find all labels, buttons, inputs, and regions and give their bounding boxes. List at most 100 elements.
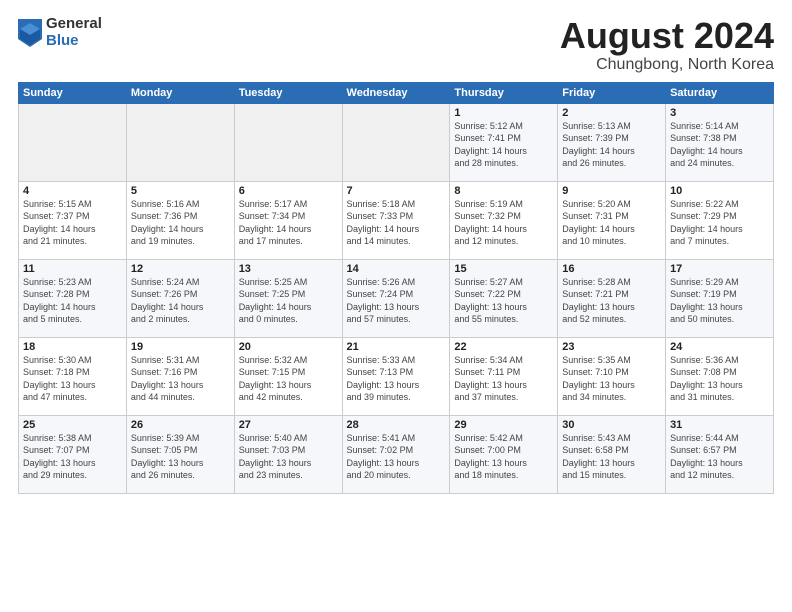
day-info: Sunrise: 5:32 AM Sunset: 7:15 PM Dayligh… — [239, 354, 338, 404]
day-info: Sunrise: 5:43 AM Sunset: 6:58 PM Dayligh… — [562, 432, 661, 482]
day-cell — [342, 103, 450, 181]
day-number: 18 — [23, 341, 122, 353]
day-number: 2 — [562, 107, 661, 119]
day-number: 28 — [347, 419, 446, 431]
day-cell: 30Sunrise: 5:43 AM Sunset: 6:58 PM Dayli… — [558, 415, 666, 493]
day-cell: 17Sunrise: 5:29 AM Sunset: 7:19 PM Dayli… — [666, 259, 774, 337]
logo-icon — [18, 19, 42, 47]
col-sunday: Sunday — [19, 82, 127, 103]
day-info: Sunrise: 5:27 AM Sunset: 7:22 PM Dayligh… — [454, 276, 553, 326]
day-number: 5 — [131, 185, 230, 197]
day-info: Sunrise: 5:26 AM Sunset: 7:24 PM Dayligh… — [347, 276, 446, 326]
day-info: Sunrise: 5:31 AM Sunset: 7:16 PM Dayligh… — [131, 354, 230, 404]
day-info: Sunrise: 5:17 AM Sunset: 7:34 PM Dayligh… — [239, 198, 338, 248]
day-info: Sunrise: 5:39 AM Sunset: 7:05 PM Dayligh… — [131, 432, 230, 482]
day-info: Sunrise: 5:20 AM Sunset: 7:31 PM Dayligh… — [562, 198, 661, 248]
day-cell: 7Sunrise: 5:18 AM Sunset: 7:33 PM Daylig… — [342, 181, 450, 259]
day-cell: 19Sunrise: 5:31 AM Sunset: 7:16 PM Dayli… — [126, 337, 234, 415]
day-cell — [126, 103, 234, 181]
day-cell: 12Sunrise: 5:24 AM Sunset: 7:26 PM Dayli… — [126, 259, 234, 337]
day-number: 31 — [670, 419, 769, 431]
day-number: 19 — [131, 341, 230, 353]
day-info: Sunrise: 5:12 AM Sunset: 7:41 PM Dayligh… — [454, 120, 553, 170]
day-info: Sunrise: 5:42 AM Sunset: 7:00 PM Dayligh… — [454, 432, 553, 482]
day-cell: 6Sunrise: 5:17 AM Sunset: 7:34 PM Daylig… — [234, 181, 342, 259]
day-number: 10 — [670, 185, 769, 197]
day-number: 4 — [23, 185, 122, 197]
day-number: 13 — [239, 263, 338, 275]
header: General Blue August 2024 Chungbong, Nort… — [18, 16, 774, 74]
day-number: 27 — [239, 419, 338, 431]
day-info: Sunrise: 5:22 AM Sunset: 7:29 PM Dayligh… — [670, 198, 769, 248]
day-info: Sunrise: 5:18 AM Sunset: 7:33 PM Dayligh… — [347, 198, 446, 248]
day-number: 14 — [347, 263, 446, 275]
day-cell: 22Sunrise: 5:34 AM Sunset: 7:11 PM Dayli… — [450, 337, 558, 415]
logo-blue: Blue — [46, 33, 102, 50]
day-cell: 26Sunrise: 5:39 AM Sunset: 7:05 PM Dayli… — [126, 415, 234, 493]
day-number: 25 — [23, 419, 122, 431]
day-info: Sunrise: 5:38 AM Sunset: 7:07 PM Dayligh… — [23, 432, 122, 482]
day-cell: 20Sunrise: 5:32 AM Sunset: 7:15 PM Dayli… — [234, 337, 342, 415]
week-row-1: 1Sunrise: 5:12 AM Sunset: 7:41 PM Daylig… — [19, 103, 774, 181]
day-info: Sunrise: 5:35 AM Sunset: 7:10 PM Dayligh… — [562, 354, 661, 404]
day-number: 24 — [670, 341, 769, 353]
col-saturday: Saturday — [666, 82, 774, 103]
day-cell: 8Sunrise: 5:19 AM Sunset: 7:32 PM Daylig… — [450, 181, 558, 259]
day-info: Sunrise: 5:25 AM Sunset: 7:25 PM Dayligh… — [239, 276, 338, 326]
day-info: Sunrise: 5:34 AM Sunset: 7:11 PM Dayligh… — [454, 354, 553, 404]
day-cell: 2Sunrise: 5:13 AM Sunset: 7:39 PM Daylig… — [558, 103, 666, 181]
day-number: 21 — [347, 341, 446, 353]
day-cell: 16Sunrise: 5:28 AM Sunset: 7:21 PM Dayli… — [558, 259, 666, 337]
day-number: 6 — [239, 185, 338, 197]
logo-text: General Blue — [46, 16, 102, 49]
calendar-header-row: Sunday Monday Tuesday Wednesday Thursday… — [19, 82, 774, 103]
day-cell: 15Sunrise: 5:27 AM Sunset: 7:22 PM Dayli… — [450, 259, 558, 337]
day-info: Sunrise: 5:15 AM Sunset: 7:37 PM Dayligh… — [23, 198, 122, 248]
logo: General Blue — [18, 16, 102, 49]
day-cell: 9Sunrise: 5:20 AM Sunset: 7:31 PM Daylig… — [558, 181, 666, 259]
day-info: Sunrise: 5:23 AM Sunset: 7:28 PM Dayligh… — [23, 276, 122, 326]
day-number: 9 — [562, 185, 661, 197]
day-cell: 1Sunrise: 5:12 AM Sunset: 7:41 PM Daylig… — [450, 103, 558, 181]
title-month: August 2024 — [560, 16, 774, 56]
day-cell: 31Sunrise: 5:44 AM Sunset: 6:57 PM Dayli… — [666, 415, 774, 493]
day-info: Sunrise: 5:44 AM Sunset: 6:57 PM Dayligh… — [670, 432, 769, 482]
day-info: Sunrise: 5:16 AM Sunset: 7:36 PM Dayligh… — [131, 198, 230, 248]
day-cell: 24Sunrise: 5:36 AM Sunset: 7:08 PM Dayli… — [666, 337, 774, 415]
day-number: 20 — [239, 341, 338, 353]
page: General Blue August 2024 Chungbong, Nort… — [0, 0, 792, 612]
day-cell: 11Sunrise: 5:23 AM Sunset: 7:28 PM Dayli… — [19, 259, 127, 337]
col-friday: Friday — [558, 82, 666, 103]
week-row-5: 25Sunrise: 5:38 AM Sunset: 7:07 PM Dayli… — [19, 415, 774, 493]
day-cell: 5Sunrise: 5:16 AM Sunset: 7:36 PM Daylig… — [126, 181, 234, 259]
day-number: 23 — [562, 341, 661, 353]
day-cell: 10Sunrise: 5:22 AM Sunset: 7:29 PM Dayli… — [666, 181, 774, 259]
day-info: Sunrise: 5:41 AM Sunset: 7:02 PM Dayligh… — [347, 432, 446, 482]
day-number: 3 — [670, 107, 769, 119]
day-info: Sunrise: 5:24 AM Sunset: 7:26 PM Dayligh… — [131, 276, 230, 326]
day-info: Sunrise: 5:19 AM Sunset: 7:32 PM Dayligh… — [454, 198, 553, 248]
day-number: 1 — [454, 107, 553, 119]
day-info: Sunrise: 5:40 AM Sunset: 7:03 PM Dayligh… — [239, 432, 338, 482]
day-info: Sunrise: 5:33 AM Sunset: 7:13 PM Dayligh… — [347, 354, 446, 404]
day-number: 22 — [454, 341, 553, 353]
day-info: Sunrise: 5:36 AM Sunset: 7:08 PM Dayligh… — [670, 354, 769, 404]
week-row-2: 4Sunrise: 5:15 AM Sunset: 7:37 PM Daylig… — [19, 181, 774, 259]
day-info: Sunrise: 5:29 AM Sunset: 7:19 PM Dayligh… — [670, 276, 769, 326]
title-location: Chungbong, North Korea — [560, 56, 774, 74]
title-block: August 2024 Chungbong, North Korea — [560, 16, 774, 74]
calendar-table: Sunday Monday Tuesday Wednesday Thursday… — [18, 82, 774, 494]
logo-general: General — [46, 16, 102, 33]
day-cell — [234, 103, 342, 181]
day-cell — [19, 103, 127, 181]
day-info: Sunrise: 5:13 AM Sunset: 7:39 PM Dayligh… — [562, 120, 661, 170]
day-number: 16 — [562, 263, 661, 275]
day-cell: 18Sunrise: 5:30 AM Sunset: 7:18 PM Dayli… — [19, 337, 127, 415]
day-cell: 13Sunrise: 5:25 AM Sunset: 7:25 PM Dayli… — [234, 259, 342, 337]
day-cell: 14Sunrise: 5:26 AM Sunset: 7:24 PM Dayli… — [342, 259, 450, 337]
day-number: 29 — [454, 419, 553, 431]
day-cell: 4Sunrise: 5:15 AM Sunset: 7:37 PM Daylig… — [19, 181, 127, 259]
day-number: 30 — [562, 419, 661, 431]
day-info: Sunrise: 5:14 AM Sunset: 7:38 PM Dayligh… — [670, 120, 769, 170]
day-cell: 21Sunrise: 5:33 AM Sunset: 7:13 PM Dayli… — [342, 337, 450, 415]
